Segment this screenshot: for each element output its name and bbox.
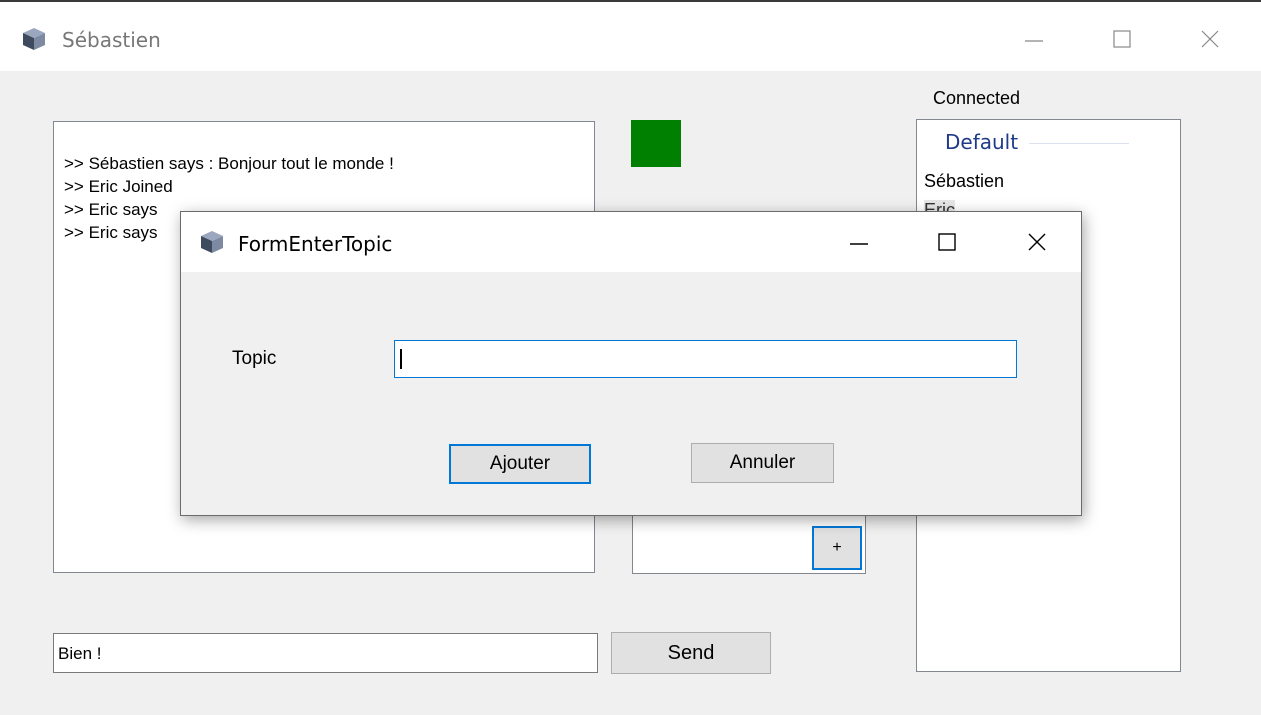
window-top-border — [0, 0, 1261, 9]
minimize-button[interactable] — [1011, 19, 1057, 59]
main-title-bar[interactable]: Sébastien — [0, 9, 1261, 71]
text-caret — [400, 349, 402, 369]
cancel-button[interactable]: Annuler — [691, 443, 834, 483]
message-input[interactable]: Bien ! — [53, 633, 598, 673]
connected-label: Connected — [933, 88, 1021, 108]
chat-message: >> Eric Joined — [64, 177, 173, 196]
minimize-icon — [1025, 40, 1043, 42]
maximize-icon — [938, 233, 956, 251]
dialog-title-bar[interactable]: FormEnterTopic — [181, 212, 1081, 272]
dialog-close-button[interactable] — [1014, 222, 1060, 262]
send-button[interactable]: Send — [611, 632, 771, 674]
chat-message: >> Sébastien says : Bonjour tout le mond… — [64, 154, 394, 173]
add-topic-button[interactable]: + — [812, 526, 862, 570]
dialog-title: FormEnterTopic — [238, 232, 393, 256]
dialog-minimize-button[interactable] — [836, 222, 882, 262]
maximize-button[interactable] — [1099, 19, 1145, 59]
enter-topic-dialog: FormEnterTopic Topic Ajouter Annuler — [180, 211, 1082, 516]
minimize-icon — [850, 243, 868, 245]
close-button[interactable] — [1187, 19, 1233, 59]
close-icon — [1028, 233, 1046, 251]
user-group-header: Default — [945, 130, 1019, 154]
group-divider — [1029, 143, 1129, 144]
cube-icon — [201, 231, 223, 253]
dialog-maximize-button[interactable] — [924, 222, 970, 262]
topic-label: Topic — [232, 348, 277, 369]
close-icon — [1201, 30, 1219, 48]
connection-status-indicator — [631, 120, 681, 167]
topic-input[interactable] — [394, 340, 1017, 378]
cube-icon — [23, 28, 45, 50]
user-item[interactable]: Sébastien — [924, 171, 1004, 192]
window-title: Sébastien — [62, 28, 161, 52]
add-button[interactable]: Ajouter — [449, 444, 591, 484]
maximize-icon — [1113, 30, 1131, 48]
